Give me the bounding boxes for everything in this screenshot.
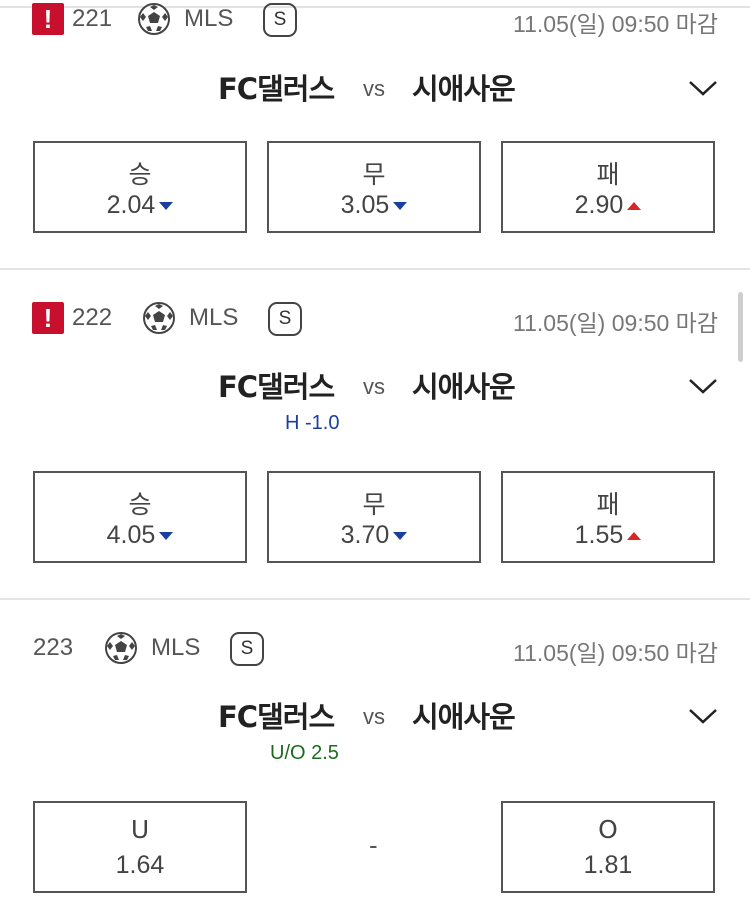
deadline-text: 11.05(일) 09:50 마감 (513, 640, 718, 666)
single-badge: S (268, 302, 302, 336)
alert-icon[interactable]: ! (32, 302, 64, 334)
handicap-label: H -1.0 (285, 412, 340, 434)
odds-label: 무 (362, 490, 386, 519)
odds-label: O (598, 815, 618, 844)
odds-label: 패 (596, 490, 620, 519)
odds-value: 2.90 (574, 191, 624, 219)
vs-label: vs (363, 704, 385, 729)
single-badge: S (263, 3, 297, 37)
handicap-label: U/O 2.5 (270, 742, 339, 764)
match-card-222: ! 222 MLS S 11.05(일) 09:50 마감 FC댈러스 vs 시… (0, 270, 750, 598)
league-name: MLS (151, 634, 201, 661)
odds-label: 패 (596, 160, 620, 189)
odds-button-under[interactable]: U 1.64 (33, 801, 247, 893)
odds-up-icon (627, 202, 642, 211)
home-team: FC댈러스 (218, 370, 335, 404)
soccer-ball-icon (138, 3, 170, 35)
odds-label: U (130, 815, 150, 844)
league-name: MLS (184, 5, 234, 32)
odds-label: 승 (128, 160, 152, 189)
odds-value: 1.64 (115, 851, 165, 879)
odds-value-row: 3.05 (269, 191, 479, 220)
match-card-221: ! 221 MLS S 11.05(일) 09:50 마감 FC댈러스 vs 시… (0, 0, 750, 268)
chevron-down-icon[interactable] (688, 706, 718, 726)
away-team: 시애사운 (412, 72, 516, 106)
odds-button-loss[interactable]: 패 1.55 (501, 471, 715, 563)
odds-button-win[interactable]: 승 4.05 (33, 471, 247, 563)
soccer-ball-icon (105, 632, 137, 664)
match-card-223: 223 MLS S 11.05(일) 09:50 마감 FC댈러스 vs 시애사… (0, 600, 750, 898)
odds-value: 2.04 (106, 191, 156, 219)
odds-value: 3.05 (340, 191, 390, 219)
odds-value-row: 4.05 (35, 521, 245, 550)
soccer-ball-icon (143, 302, 175, 334)
match-number: 221 (72, 5, 113, 32)
league-name: MLS (189, 304, 239, 331)
odds-value: 1.55 (574, 521, 624, 549)
odds-down-icon (159, 532, 174, 541)
teams-row[interactable]: FC댈러스 vs 시애사운 (0, 692, 750, 736)
teams-row[interactable]: FC댈러스 vs 시애사운 (0, 362, 750, 406)
vs-label: vs (363, 76, 385, 101)
scrollbar-thumb[interactable] (738, 292, 743, 362)
no-draw-dash: - (369, 830, 378, 860)
match-number: 222 (72, 304, 113, 331)
match-number: 223 (33, 634, 74, 661)
odds-button-draw[interactable]: 무 3.05 (267, 141, 481, 233)
odds-label: 승 (128, 490, 152, 519)
odds-value: 4.05 (106, 521, 156, 549)
match-meta: 223 MLS S 11.05(일) 09:50 마감 (0, 630, 750, 670)
odds-down-icon (393, 202, 408, 211)
teams-row[interactable]: FC댈러스 vs 시애사운 (0, 64, 750, 108)
odds-value: 1.81 (583, 851, 633, 879)
single-badge: S (230, 632, 264, 666)
odds-label: 무 (362, 160, 386, 189)
odds-button-draw[interactable]: 무 3.70 (267, 471, 481, 563)
chevron-down-icon[interactable] (688, 78, 718, 98)
odds-button-win[interactable]: 승 2.04 (33, 141, 247, 233)
odds-value: 3.70 (340, 521, 390, 549)
away-team: 시애사운 (412, 370, 516, 404)
odds-button-loss[interactable]: 패 2.90 (501, 141, 715, 233)
home-team: FC댈러스 (218, 700, 335, 734)
match-meta: ! 222 MLS S 11.05(일) 09:50 마감 (0, 300, 750, 340)
odds-value-row: 1.55 (503, 521, 713, 550)
chevron-down-icon[interactable] (688, 376, 718, 396)
odds-button-over[interactable]: O 1.81 (501, 801, 715, 893)
odds-value-row: 3.70 (269, 521, 479, 550)
match-meta: ! 221 MLS S 11.05(일) 09:50 마감 (0, 0, 750, 40)
deadline-text: 11.05(일) 09:50 마감 (513, 310, 718, 336)
home-team: FC댈러스 (218, 72, 335, 106)
odds-up-icon (627, 532, 642, 541)
deadline-text: 11.05(일) 09:50 마감 (513, 11, 718, 37)
vs-label: vs (363, 374, 385, 399)
away-team: 시애사운 (412, 700, 516, 734)
odds-value-row: 2.90 (503, 191, 713, 220)
odds-down-icon (393, 532, 408, 541)
alert-icon[interactable]: ! (32, 3, 64, 35)
odds-down-icon (159, 202, 174, 211)
odds-value-row: 2.04 (35, 191, 245, 220)
